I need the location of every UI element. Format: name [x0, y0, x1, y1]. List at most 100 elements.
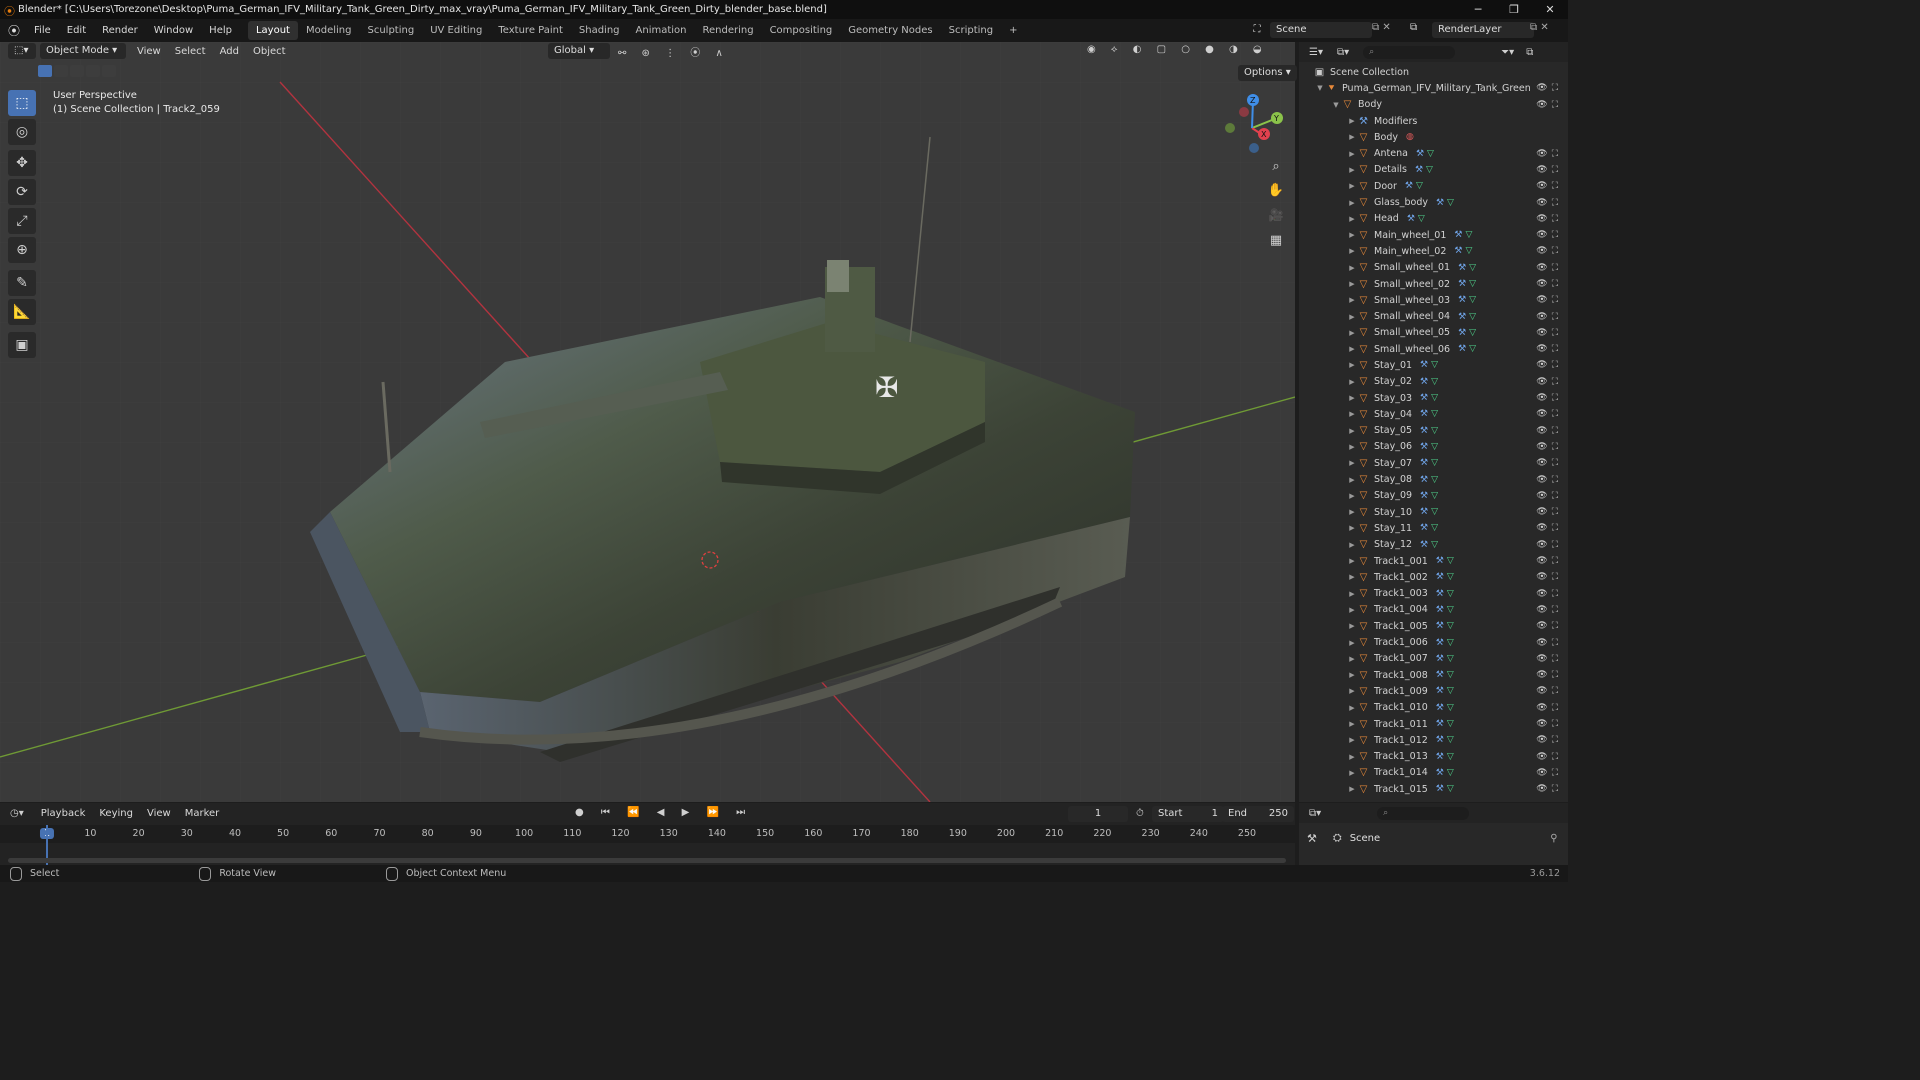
outliner-item[interactable]: ▶ ▽ Antena ⚒ ▽ 👁⛶	[1299, 145, 1568, 161]
expand-arrow-icon[interactable]: ▶	[1347, 720, 1357, 728]
select-extend-icon[interactable]	[54, 65, 68, 77]
options-dropdown[interactable]: Options ▾	[1238, 65, 1297, 81]
select-invert-icon[interactable]	[86, 65, 100, 77]
outliner-item[interactable]: ▶ ▽ Glass_body ⚒ ▽ 👁⛶	[1299, 194, 1568, 210]
visibility-icons[interactable]: 👁⛶	[1536, 768, 1562, 778]
scene-collection-row[interactable]: ▣ Scene Collection	[1299, 64, 1568, 80]
end-frame-field[interactable]: End 250	[1222, 806, 1294, 822]
visibility-icons[interactable]: 👁⛶	[1536, 295, 1562, 305]
expand-arrow-icon[interactable]: ▶	[1347, 427, 1357, 435]
scene-actions-icon[interactable]: ⧉ ✕	[1372, 22, 1391, 33]
add-workspace-button[interactable]: +	[1001, 21, 1025, 40]
selection-mode-buttons[interactable]	[38, 65, 116, 77]
expand-arrow-icon[interactable]: ▶	[1347, 606, 1357, 614]
outliner-item[interactable]: ▶ ▽ Track1_005 ⚒ ▽ 👁⛶	[1299, 618, 1568, 634]
new-collection-icon[interactable]: ⧉	[1526, 47, 1533, 58]
visibility-icons[interactable]: 👁⛶	[1536, 214, 1562, 224]
start-frame-field[interactable]: Start 1	[1152, 806, 1224, 822]
add-cube-icon[interactable]: ▣	[8, 332, 36, 358]
visibility-icons[interactable]: 👁⛶	[1536, 491, 1562, 501]
visibility-icons[interactable]: 👁⛶	[1536, 230, 1562, 240]
visibility-icons[interactable]: 👁⛶	[1536, 572, 1562, 582]
outliner-item[interactable]: ▶ ▽ Body ◍	[1299, 129, 1568, 145]
visibility-icons[interactable]: 👁⛶	[1536, 719, 1562, 729]
snapping-proportional-icons[interactable]: ⚯ ⊛ ⋮ ⦿ ∧	[618, 44, 729, 59]
outliner-item[interactable]: ▶ ▽ Small_wheel_01 ⚒ ▽ 👁⛶	[1299, 260, 1568, 276]
expand-arrow-icon[interactable]: ▶	[1347, 361, 1357, 369]
outliner-item[interactable]: ▶ ▽ Track1_010 ⚒ ▽ 👁⛶	[1299, 700, 1568, 716]
visibility-icons[interactable]: 👁⛶	[1536, 540, 1562, 550]
navigation-gizmo[interactable]: Y X Z	[1222, 92, 1288, 158]
expand-arrow-icon[interactable]: ▶	[1347, 166, 1357, 174]
outliner-item[interactable]: ▶ ▽ Stay_10 ⚒ ▽ 👁⛶	[1299, 504, 1568, 520]
outliner-item[interactable]: ▶ ▽ Stay_09 ⚒ ▽ 👁⛶	[1299, 488, 1568, 504]
blender-menu-icon[interactable]: ⦿	[8, 22, 20, 39]
outliner-item[interactable]: ▶ ▽ Stay_06 ⚒ ▽ 👁⛶	[1299, 439, 1568, 455]
outliner-item[interactable]: ▶ ▽ Stay_01 ⚒ ▽ 👁⛶	[1299, 357, 1568, 373]
expand-arrow-icon[interactable]: ▶	[1347, 655, 1357, 663]
expand-arrow-icon[interactable]: ▶	[1347, 329, 1357, 337]
body-row[interactable]: ▼ ▽ Body 👁⛶	[1299, 97, 1568, 113]
timeline-editor-icon[interactable]: ◷▾	[10, 808, 24, 819]
view-layer-actions-icon[interactable]: ⧉ ✕	[1530, 22, 1549, 33]
expand-arrow-icon[interactable]: ▶	[1347, 443, 1357, 451]
outliner-item[interactable]: ▶ ▽ Track1_009 ⚒ ▽ 👁⛶	[1299, 683, 1568, 699]
properties-editor-icon[interactable]: ⧉▾	[1309, 808, 1321, 819]
outliner-item[interactable]: ▶ ▽ Main_wheel_01 ⚒ ▽ 👁⛶	[1299, 227, 1568, 243]
outliner-item[interactable]: ▶ ▽ Track1_008 ⚒ ▽ 👁⛶	[1299, 667, 1568, 683]
filter-icon[interactable]: ⏷▾	[1501, 47, 1514, 58]
outliner-item[interactable]: ▶ ▽ Track1_015 ⚒ ▽ 👁⛶	[1299, 781, 1568, 797]
close-button[interactable]: ✕	[1532, 0, 1568, 19]
visibility-icons[interactable]: 👁⛶	[1536, 523, 1562, 533]
outliner-item[interactable]: ▶ ▽ Track1_007 ⚒ ▽ 👁⛶	[1299, 651, 1568, 667]
visibility-icons[interactable]: 👁⛶	[1536, 279, 1562, 289]
menu-object[interactable]: Object	[246, 46, 293, 57]
ortho-grid-icon[interactable]: ▦	[1266, 233, 1286, 253]
tools-icon[interactable]: ⚒	[1307, 832, 1317, 845]
maximize-button[interactable]: ❐	[1496, 0, 1532, 19]
menu-marker[interactable]: Marker	[178, 808, 227, 819]
menu-playback[interactable]: Playback	[34, 808, 93, 819]
expand-arrow-icon[interactable]: ▶	[1347, 622, 1357, 630]
outliner-item[interactable]: ▶ ▽ Small_wheel_03 ⚒ ▽ 👁⛶	[1299, 292, 1568, 308]
expand-arrow-icon[interactable]: ▶	[1347, 150, 1357, 158]
outliner-item[interactable]: ▶ ▽ Head ⚒ ▽ 👁⛶	[1299, 211, 1568, 227]
visibility-icons[interactable]: 👁⛶	[1536, 442, 1562, 452]
tab-geometry-nodes[interactable]: Geometry Nodes	[840, 21, 940, 40]
visibility-icons[interactable]: 👁⛶	[1536, 605, 1562, 615]
visibility-icons[interactable]: 👁⛶	[1536, 621, 1562, 631]
outliner-item[interactable]: ▶ ▽ Stay_12 ⚒ ▽ 👁⛶	[1299, 537, 1568, 553]
expand-arrow-icon[interactable]: ▶	[1347, 117, 1357, 125]
expand-arrow-icon[interactable]: ▶	[1347, 492, 1357, 500]
properties-search-input[interactable]: ⌕	[1377, 806, 1470, 820]
outliner-item[interactable]: ▶ ▽ Track1_014 ⚒ ▽ 👁⛶	[1299, 765, 1568, 781]
menu-add[interactable]: Add	[213, 46, 246, 57]
visibility-icons[interactable]: 👁⛶	[1536, 426, 1562, 436]
visibility-icons[interactable]: 👁⛶	[1536, 507, 1562, 517]
outliner-item[interactable]: ▶ ▽ Track1_001 ⚒ ▽ 👁⛶	[1299, 553, 1568, 569]
visibility-icons[interactable]: 👁⛶	[1536, 654, 1562, 664]
menu-timeline-view[interactable]: View	[140, 808, 178, 819]
menu-window[interactable]: Window	[146, 19, 201, 42]
outliner-item[interactable]: ▶ ▽ Track1_004 ⚒ ▽ 👁⛶	[1299, 602, 1568, 618]
visibility-icons[interactable]: 👁⛶	[1536, 181, 1562, 191]
modifiers-row[interactable]: ▶ ⚒ Modifiers	[1299, 113, 1568, 129]
tab-compositing[interactable]: Compositing	[762, 21, 841, 40]
expand-arrow-icon[interactable]: ▶	[1347, 133, 1357, 141]
move-icon[interactable]: ✥	[8, 150, 36, 176]
playback-controls[interactable]: ● ⏮ ⏪ ◀ ▶ ⏩ ⏭	[575, 807, 752, 818]
visibility-icons[interactable]: 👁⛶	[1536, 589, 1562, 599]
visibility-icons[interactable]: 👁⛶	[1536, 393, 1562, 403]
menu-edit[interactable]: Edit	[59, 19, 94, 42]
current-frame-field[interactable]: 1	[1068, 806, 1128, 822]
expand-arrow-icon[interactable]: ▶	[1347, 687, 1357, 695]
expand-arrow-icon[interactable]: ▶	[1347, 573, 1357, 581]
tab-modeling[interactable]: Modeling	[298, 21, 360, 40]
view-layer-selector[interactable]: RenderLayer	[1432, 22, 1534, 38]
display-mode-icon[interactable]: ⧉▾	[1337, 47, 1349, 58]
visibility-icons[interactable]: 👁⛶	[1536, 149, 1562, 159]
outliner-item[interactable]: ▶ ▽ Track1_006 ⚒ ▽ 👁⛶	[1299, 634, 1568, 650]
scene-selector[interactable]: Scene	[1270, 22, 1372, 38]
outliner-item[interactable]: ▶ ▽ Stay_11 ⚒ ▽ 👁⛶	[1299, 520, 1568, 536]
tab-sculpting[interactable]: Sculpting	[359, 21, 422, 40]
